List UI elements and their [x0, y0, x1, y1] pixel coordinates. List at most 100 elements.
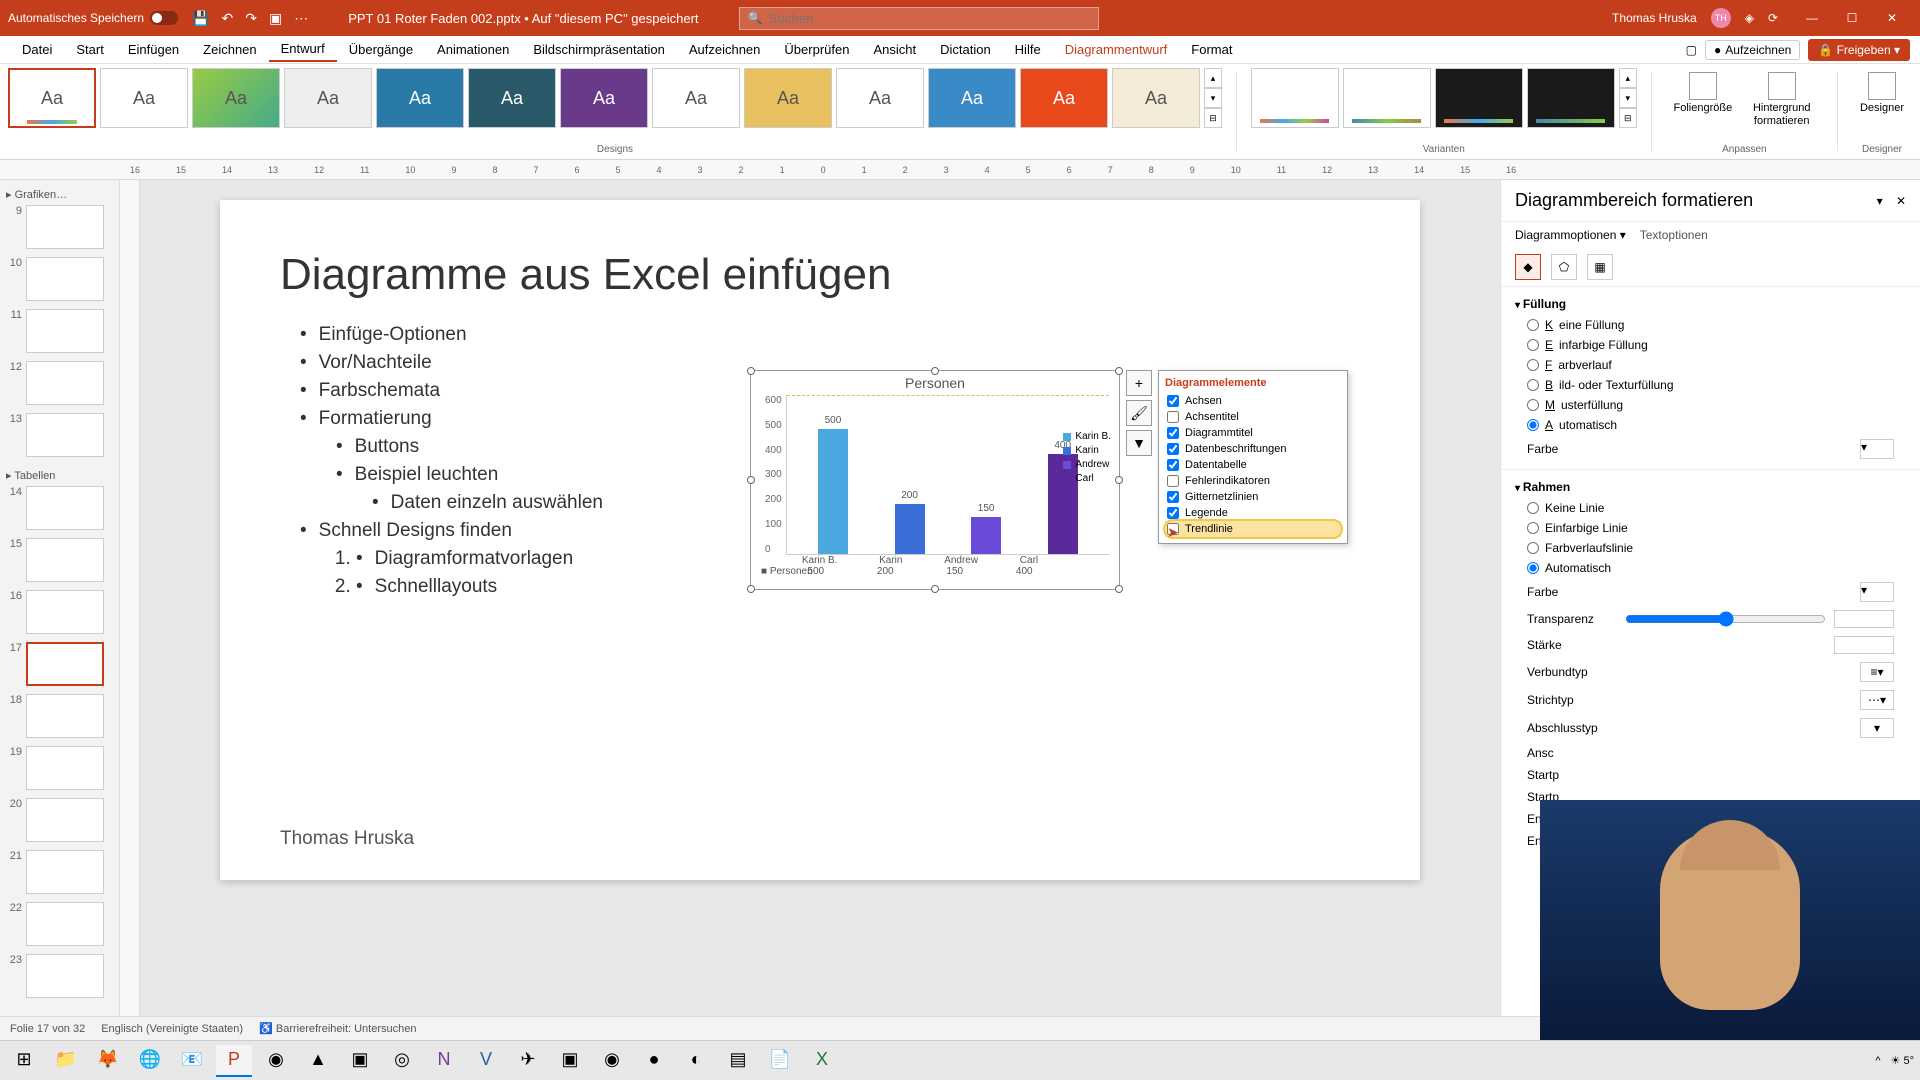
- section-header[interactable]: ▸ Tabellen: [4, 465, 115, 486]
- search-input[interactable]: [768, 11, 1089, 26]
- theme-thumb[interactable]: Aa: [376, 68, 464, 128]
- section-header[interactable]: Füllung: [1515, 293, 1906, 315]
- theme-thumb[interactable]: Aa: [1020, 68, 1108, 128]
- chart-bars[interactable]: 500200150400: [786, 395, 1109, 555]
- section-header[interactable]: ▸ Grafiken…: [4, 184, 115, 205]
- fill-option[interactable]: Automatisch: [1515, 415, 1906, 435]
- tab-uebergaenge[interactable]: Übergänge: [337, 38, 425, 61]
- fill-option[interactable]: Farbverlauf: [1515, 355, 1906, 375]
- chart-elements-button[interactable]: +: [1126, 370, 1152, 396]
- chart-filter-button[interactable]: ▼: [1126, 430, 1152, 456]
- accessibility-status[interactable]: ♿ Barrierefreiheit: Untersuchen: [259, 1022, 416, 1035]
- theme-thumb[interactable]: Aa: [928, 68, 1016, 128]
- tab-ansicht[interactable]: Ansicht: [861, 38, 928, 61]
- user-name[interactable]: Thomas Hruska: [1612, 11, 1697, 25]
- vlc-icon[interactable]: ▲: [300, 1045, 336, 1077]
- excel-icon[interactable]: X: [804, 1045, 840, 1077]
- chart-styles-button[interactable]: 🖌: [1126, 400, 1152, 426]
- variant-thumb[interactable]: [1251, 68, 1339, 128]
- theme-thumb[interactable]: Aa: [100, 68, 188, 128]
- tray-chevron-icon[interactable]: ^: [1875, 1055, 1880, 1067]
- theme-thumb[interactable]: Aa: [468, 68, 556, 128]
- section-header[interactable]: Rahmen: [1515, 476, 1906, 498]
- variant-thumb[interactable]: [1343, 68, 1431, 128]
- tab-dictation[interactable]: Dictation: [928, 38, 1003, 61]
- app-icon[interactable]: ◐: [678, 1045, 714, 1077]
- search-box[interactable]: 🔍: [739, 7, 1099, 30]
- slide-thumbnail[interactable]: 19: [4, 746, 115, 790]
- chart-legend[interactable]: Karin B.KarinAndrewCarl: [1063, 431, 1111, 487]
- tab-aufzeichnen[interactable]: Aufzeichnen: [677, 38, 773, 61]
- outlook-icon[interactable]: 📧: [174, 1045, 210, 1077]
- variant-thumb[interactable]: [1527, 68, 1615, 128]
- border-option[interactable]: Farbverlaufslinie: [1515, 538, 1906, 558]
- transparency-slider[interactable]: [1625, 611, 1826, 627]
- diamond-icon[interactable]: ◈: [1745, 11, 1754, 25]
- border-option[interactable]: Automatisch: [1515, 558, 1906, 578]
- slide-thumbnail[interactable]: 17: [4, 642, 115, 686]
- onenote-icon[interactable]: N: [426, 1045, 462, 1077]
- gallery-spinner[interactable]: ▴▾⊟: [1619, 68, 1637, 128]
- tab-zeichnen[interactable]: Zeichnen: [191, 38, 268, 61]
- theme-thumb[interactable]: Aa: [1112, 68, 1200, 128]
- fill-option[interactable]: Musterfüllung: [1515, 395, 1906, 415]
- tab-datei[interactable]: Datei: [10, 38, 64, 61]
- undo-icon[interactable]: ↶: [222, 10, 234, 27]
- format-bg-button[interactable]: Hintergrund formatieren: [1740, 68, 1823, 132]
- slide-thumbnail[interactable]: 22: [4, 902, 115, 946]
- sync-icon[interactable]: ⟳: [1768, 11, 1778, 25]
- visio-icon[interactable]: V: [468, 1045, 504, 1077]
- avatar[interactable]: TH: [1711, 8, 1731, 28]
- slide-thumbnail[interactable]: 10: [4, 257, 115, 301]
- fill-option[interactable]: Bild- oder Texturfüllung: [1515, 375, 1906, 395]
- weather-widget[interactable]: ☀ 5°: [1891, 1054, 1914, 1067]
- chart-element-option[interactable]: Achsentitel: [1165, 409, 1341, 425]
- tab-start[interactable]: Start: [64, 38, 115, 61]
- theme-thumb[interactable]: Aa: [744, 68, 832, 128]
- tab-diagram-options[interactable]: Diagrammoptionen ▾: [1515, 228, 1626, 242]
- slide-thumbnail[interactable]: 18: [4, 694, 115, 738]
- chart-element-option[interactable]: Datentabelle: [1165, 457, 1341, 473]
- slide-size-button[interactable]: Foliengröße: [1666, 68, 1741, 132]
- maximize-button[interactable]: ☐: [1832, 4, 1872, 32]
- chart-element-option[interactable]: Trendlinie: [1165, 521, 1341, 537]
- tab-einfuegen[interactable]: Einfügen: [116, 38, 191, 61]
- fill-line-icon[interactable]: ◆: [1515, 254, 1541, 280]
- more-icon[interactable]: ⋯: [294, 10, 308, 27]
- chart-element-option[interactable]: Achsen: [1165, 393, 1341, 409]
- app-icon[interactable]: ▣: [552, 1045, 588, 1077]
- theme-thumb[interactable]: Aa: [560, 68, 648, 128]
- pane-close-icon[interactable]: ✕: [1896, 194, 1906, 208]
- color-picker[interactable]: ▾: [1860, 582, 1894, 602]
- chart-element-option[interactable]: Fehlerindikatoren: [1165, 473, 1341, 489]
- app-icon[interactable]: ◉: [258, 1045, 294, 1077]
- record-button[interactable]: ● Aufzeichnen: [1705, 40, 1800, 60]
- theme-thumb[interactable]: Aa: [192, 68, 280, 128]
- slide-thumbnail[interactable]: 15: [4, 538, 115, 582]
- slide-thumbnail[interactable]: 12: [4, 361, 115, 405]
- autosave-toggle[interactable]: Automatisches Speichern: [8, 11, 178, 25]
- tab-text-options[interactable]: Textoptionen: [1640, 228, 1708, 242]
- spinner[interactable]: [1834, 636, 1894, 654]
- chart-element-option[interactable]: Diagrammtitel: [1165, 425, 1341, 441]
- chart-element-option[interactable]: Gitternetzlinien: [1165, 489, 1341, 505]
- language-status[interactable]: Englisch (Vereinigte Staaten): [101, 1023, 243, 1035]
- slide-counter[interactable]: Folie 17 von 32: [10, 1023, 85, 1035]
- close-button[interactable]: ✕: [1872, 4, 1912, 32]
- border-option[interactable]: Keine Linie: [1515, 498, 1906, 518]
- telegram-icon[interactable]: ✈: [510, 1045, 546, 1077]
- slide-thumbnail[interactable]: 16: [4, 590, 115, 634]
- fill-option[interactable]: Keine Füllung: [1515, 315, 1906, 335]
- present-icon[interactable]: ▣: [269, 10, 282, 27]
- dash-dropdown[interactable]: ⋯▾: [1860, 690, 1894, 710]
- minimize-button[interactable]: —: [1792, 4, 1832, 32]
- tab-entwurf[interactable]: Entwurf: [269, 37, 337, 62]
- slide-thumbnail[interactable]: 13: [4, 413, 115, 457]
- size-icon[interactable]: ▦: [1587, 254, 1613, 280]
- app-icon[interactable]: ▤: [720, 1045, 756, 1077]
- slide-editor[interactable]: Diagramme aus Excel einfügen Einfüge-Opt…: [140, 180, 1500, 1016]
- fill-option[interactable]: Einfarbige Füllung: [1515, 335, 1906, 355]
- chart-element-option[interactable]: Datenbeschriftungen: [1165, 441, 1341, 457]
- collapse-ribbon-icon[interactable]: ▢: [1686, 43, 1697, 57]
- tab-animationen[interactable]: Animationen: [425, 38, 521, 61]
